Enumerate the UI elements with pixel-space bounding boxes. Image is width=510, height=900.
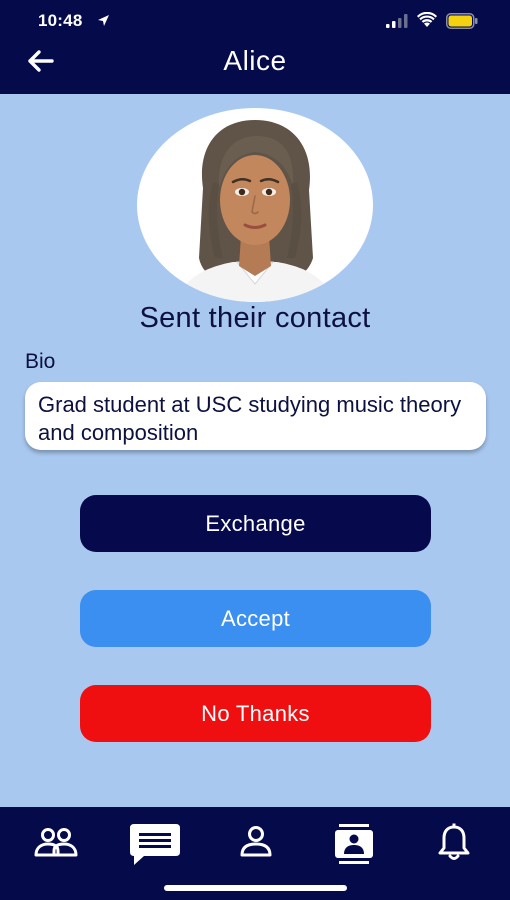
tab-people[interactable] (26, 822, 86, 868)
chat-icon (130, 824, 180, 865)
people-icon (34, 828, 78, 857)
bio-text: Grad student at USC studying music theor… (25, 382, 486, 450)
home-indicator (164, 885, 347, 891)
no-thanks-button[interactable]: No Thanks (80, 685, 431, 742)
tab-chat[interactable] (125, 822, 185, 868)
contact-status-text: Sent their contact (139, 302, 371, 334)
tab-contacts[interactable] (324, 822, 384, 868)
location-arrow-icon (98, 15, 109, 26)
cellular-signal-icon (386, 14, 408, 28)
status-time: 10:48 (38, 11, 83, 30)
accept-button[interactable]: Accept (80, 590, 431, 647)
contact-card-icon (335, 824, 373, 864)
wifi-icon (417, 12, 437, 27)
bell-icon (438, 823, 470, 860)
battery-icon (446, 13, 478, 29)
bottom-tab-bar (0, 807, 510, 900)
top-header: 10:48 Alice (0, 0, 510, 94)
tab-notifications[interactable] (424, 822, 484, 868)
bio-label: Bio (25, 350, 56, 373)
avatar-image (177, 120, 333, 302)
tab-profile[interactable] (226, 822, 286, 868)
exchange-button[interactable]: Exchange (80, 495, 431, 552)
person-icon (240, 826, 272, 857)
avatar (137, 108, 373, 302)
page-title: Alice (223, 45, 287, 76)
